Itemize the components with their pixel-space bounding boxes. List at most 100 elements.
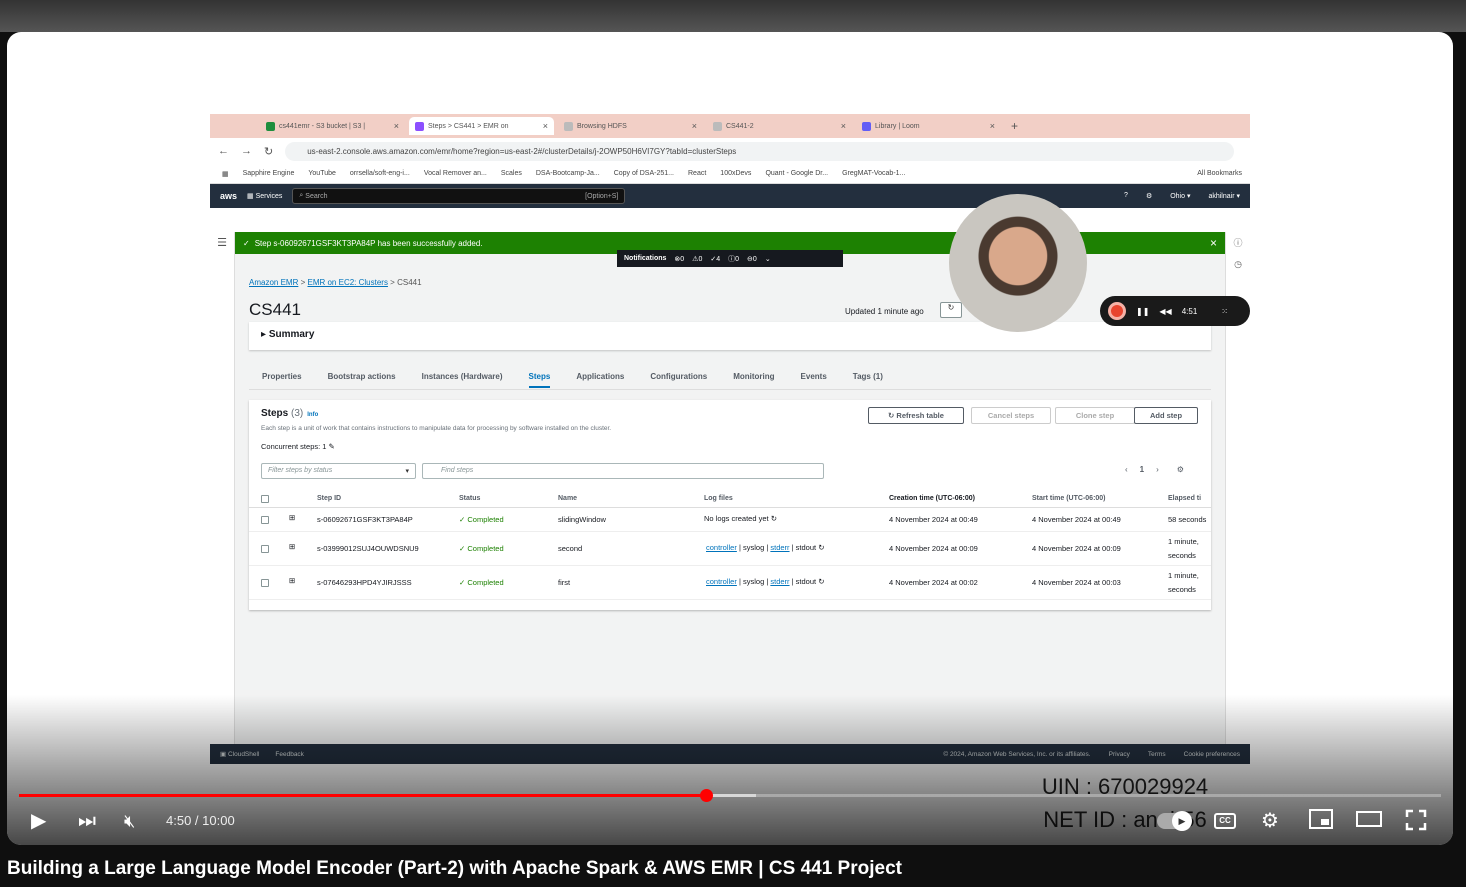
notifications-bar: Notifications ⊗0 ⚠0 ✓4 ⓘ0 ⊖0 ⌄ [617, 250, 843, 267]
status-badge: ✓ Completed [459, 578, 504, 587]
browser-tab-active: Steps > CS441 > EMR on × [409, 117, 554, 135]
error-count: ⊗0 [674, 255, 685, 263]
refresh-icon: ↻ [888, 411, 897, 420]
tab-applications: Applications [576, 372, 625, 381]
refresh-table-button: ↻ Refresh table [868, 407, 964, 424]
gear-icon: ⚙ [1176, 465, 1184, 474]
pagination: ‹ 1 › ⚙ [1125, 465, 1184, 474]
steps-description: Each step is a unit of work that contain… [261, 425, 612, 432]
tab-favicon [564, 121, 573, 131]
bookmark: Sapphire Engine [242, 170, 295, 177]
address-row: ← → ↻ us-east-2.console.aws.amazon.com/e… [210, 138, 1250, 164]
next-button[interactable]: ⏭ [78, 809, 96, 833]
table-row: ⊞ s-03999012SUJ4OUWDSNU9 ✓ Completed sec… [249, 532, 1211, 566]
close-icon: × [542, 121, 548, 131]
video-player[interactable]: cs441emr - S3 bucket | S3 | × Steps > CS4… [7, 32, 1453, 845]
recorder-time: 4:51 [1181, 306, 1198, 316]
time-display: 4:50 / 10:00 [166, 813, 235, 828]
tab-favicon [266, 121, 275, 131]
scrubber-handle[interactable] [699, 789, 713, 802]
bookmark: 100xDevs [720, 170, 752, 177]
log-links: controller | syslog | stderr | stdout ↻ [706, 577, 825, 586]
feedback-link: Feedback [275, 750, 304, 758]
close-icon: × [840, 121, 846, 131]
bookmark: DSA-Bootcamp-Ja... [535, 170, 600, 177]
info-icon: ⓘ [1233, 238, 1243, 248]
url-bar: us-east-2.console.aws.amazon.com/emr/hom… [285, 141, 1234, 161]
user-menu: akhilnair ▾ [1208, 193, 1240, 200]
play-button[interactable]: ▶ [31, 809, 46, 833]
progress-count: ⊖0 [747, 255, 757, 263]
webcam-bubble [949, 194, 1087, 332]
tab-favicon [415, 121, 424, 131]
progress-bar[interactable] [19, 789, 1441, 802]
aws-footer: ▣ CloudShell Feedback © 2024, Amazon Web… [210, 744, 1250, 764]
summary-section: ▸ Summary [249, 322, 1211, 350]
cluster-tabs: Properties Bootstrap actions Instances (… [249, 364, 1211, 390]
video-title: Building a Large Language Model Encoder … [7, 858, 902, 879]
settings-button[interactable]: ⚙ [1261, 809, 1279, 833]
chevron-left-icon: ‹ [1125, 465, 1128, 474]
close-icon: × [691, 121, 697, 131]
browser-tab: cs441emr - S3 bucket | S3 | × [260, 117, 405, 135]
forward-icon: → [241, 145, 252, 157]
updated-text: Updated 1 minute ago [845, 307, 924, 316]
logs-note: No logs created yet ↻ [704, 514, 777, 523]
backdrop [0, 0, 1466, 32]
cancel-steps-button: Cancel steps [971, 407, 1051, 424]
row-checkbox [261, 579, 269, 587]
tab-tags: Tags (1) [852, 372, 883, 381]
chevron-right-icon: › [1156, 465, 1159, 474]
row-checkbox [261, 545, 269, 553]
warning-count: ⚠0 [692, 255, 703, 263]
select-all-checkbox [261, 495, 269, 503]
tab-properties: Properties [262, 372, 302, 381]
tab-instances: Instances (Hardware) [421, 372, 503, 381]
theater-mode-button[interactable] [1356, 809, 1382, 835]
browser-tab: Library | Loom × [856, 117, 1001, 135]
expand-icon: ⊞ [289, 576, 296, 585]
tab-events: Events [800, 372, 827, 381]
apps-icon: ▦ [222, 170, 229, 178]
bookmark: Vocal Remover an... [423, 170, 487, 177]
browser-tab: CS441-2 × [707, 117, 852, 135]
grid-icon: ⁙ [1221, 306, 1228, 316]
success-count: ✓4 [710, 255, 721, 263]
bookmark: Quant - Google Dr... [765, 170, 829, 177]
bookmark: All Bookmarks [1197, 170, 1242, 177]
chevron-down-icon: ⌄ [764, 255, 771, 263]
close-icon: × [989, 121, 995, 131]
breadcrumb: Amazon EMR > EMR on EC2: Clusters > CS44… [249, 278, 422, 287]
check-circle-icon: ✓ [243, 238, 250, 248]
mute-button[interactable]: 🔇︎ [124, 809, 135, 833]
bookmarks-bar: ▦ Sapphire Engine YouTube orrsella/soft-… [210, 164, 1250, 184]
close-icon: × [1209, 236, 1217, 250]
bookmark: React [688, 170, 707, 177]
refresh-icon: ↻ [940, 302, 962, 318]
autoplay-toggle[interactable]: ▶ [1157, 811, 1192, 831]
played-bar [19, 794, 706, 797]
reload-icon: ↻ [264, 145, 274, 158]
browser-tab-bar: cs441emr - S3 bucket | S3 | × Steps > CS4… [210, 114, 1250, 138]
info-count: ⓘ0 [728, 255, 740, 263]
emr-content: ✓ Step s-06092671GSF3KT3PA84P has been su… [235, 232, 1225, 832]
fullscreen-button[interactable] [1405, 809, 1427, 837]
aws-nav-right: ? ⚙ Ohio ▾ akhilnair ▾ [1124, 192, 1240, 200]
help-icon: ? [1124, 192, 1128, 199]
tab-favicon [862, 121, 871, 131]
rewind-icon: ◀◀ [1159, 306, 1172, 316]
subtitles-button[interactable]: CC [1214, 813, 1236, 829]
tab-steps: Steps [528, 372, 551, 388]
history-icon: ◷ [1234, 259, 1242, 269]
tab-favicon [713, 121, 722, 131]
log-links: controller | syslog | stderr | stdout ↻ [706, 543, 825, 552]
status-badge: ✓ Completed [459, 544, 504, 553]
status-badge: ✓ Completed [459, 515, 504, 524]
tab-configurations: Configurations [650, 372, 708, 381]
aws-logo: aws [220, 191, 238, 201]
edit-icon: ✎ [328, 442, 335, 451]
play-icon: ▶ [1172, 811, 1192, 831]
stop-record-icon [1108, 302, 1126, 320]
video-frame-browser: cs441emr - S3 bucket | S3 | × Steps > CS4… [210, 114, 1250, 832]
miniplayer-button[interactable] [1309, 809, 1333, 835]
